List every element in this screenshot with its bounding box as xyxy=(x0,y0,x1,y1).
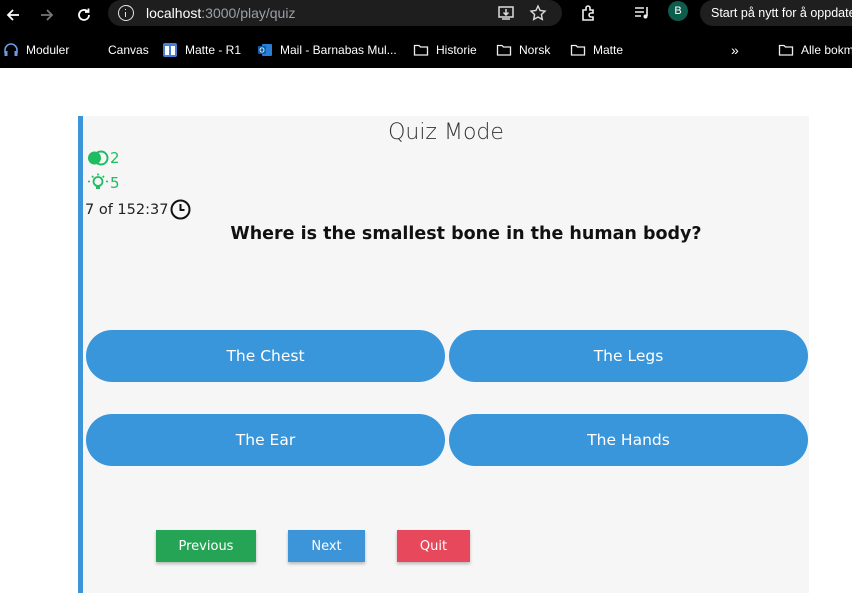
fifty-fifty-icon xyxy=(88,150,109,166)
bookmark-star-icon[interactable] xyxy=(528,3,548,23)
more-bookmarks-button[interactable]: » xyxy=(731,40,739,60)
bookmarks-bar: Moduler Canvas Matte - R1 O Mail - Barna… xyxy=(0,32,852,68)
browser-toolbar: localhost:3000/play/quiz B Start på nytt… xyxy=(0,0,852,32)
restart-to-update-button[interactable]: Start på nytt for å oppdatere xyxy=(700,0,852,26)
bookmark-matte[interactable]: Matte xyxy=(570,40,623,60)
forward-arrow-icon xyxy=(41,9,54,21)
back-arrow-icon xyxy=(6,9,19,21)
clock-icon xyxy=(170,199,191,220)
svg-text:O: O xyxy=(259,47,265,55)
extensions-icon[interactable] xyxy=(578,3,598,23)
site-info-icon[interactable] xyxy=(118,5,134,21)
reload-icon xyxy=(78,8,90,21)
lightbulb-icon xyxy=(88,173,108,189)
bookmark-all-bookmarks[interactable]: Alle bokm xyxy=(778,40,852,60)
forward-button[interactable] xyxy=(34,2,60,28)
answer-option-1[interactable]: The Chest xyxy=(86,330,445,382)
bookmark-historie[interactable]: Historie xyxy=(413,40,477,60)
chevron-double-right-icon: » xyxy=(731,42,739,58)
bookmark-moduler[interactable]: Moduler xyxy=(3,40,69,60)
install-app-icon[interactable] xyxy=(496,3,516,23)
answer-option-4[interactable]: The Hands xyxy=(449,414,808,466)
fifty-fifty-lifeline[interactable]: 2 xyxy=(87,149,120,167)
page-icon xyxy=(162,42,178,58)
back-button[interactable] xyxy=(0,2,26,28)
fifty-fifty-count: 2 xyxy=(110,149,120,167)
outlook-icon: O xyxy=(257,42,273,58)
reload-button[interactable] xyxy=(71,2,97,28)
next-button[interactable]: Next xyxy=(288,530,365,562)
bookmark-mail[interactable]: O Mail - Barnabas Mul... xyxy=(257,40,397,60)
folder-icon xyxy=(778,42,794,58)
profile-avatar[interactable]: B xyxy=(668,1,688,21)
address-bar[interactable]: localhost:3000/play/quiz xyxy=(108,0,562,26)
bookmark-canvas[interactable]: Canvas xyxy=(108,40,149,60)
hints-lifeline[interactable]: 5 xyxy=(87,173,120,193)
url-text: localhost:3000/play/quiz xyxy=(146,5,296,21)
bookmark-matte-r1[interactable]: Matte - R1 xyxy=(162,40,241,60)
media-control-icon[interactable] xyxy=(632,3,652,23)
progress-timer: 7 of 15 2:37 xyxy=(85,199,191,220)
timer-value: 2:37 xyxy=(135,201,169,218)
hints-count: 5 xyxy=(110,174,120,192)
page-title: Quiz Mode xyxy=(388,120,504,145)
question-progress: 7 of 15 xyxy=(85,201,136,218)
quit-button[interactable]: Quit xyxy=(397,530,470,562)
previous-button[interactable]: Previous xyxy=(156,530,256,562)
answer-option-3[interactable]: The Ear xyxy=(86,414,445,466)
answer-option-2[interactable]: The Legs xyxy=(449,330,808,382)
bookmark-norsk[interactable]: Norsk xyxy=(496,40,550,60)
folder-icon xyxy=(570,42,586,58)
folder-icon xyxy=(496,42,512,58)
folder-icon xyxy=(413,42,429,58)
headset-icon xyxy=(3,42,19,58)
quiz-card: Quiz Mode 2 5 7 of 15 2:37 Where is the s… xyxy=(78,116,809,593)
question-text: Where is the smallest bone in the human … xyxy=(230,224,702,244)
